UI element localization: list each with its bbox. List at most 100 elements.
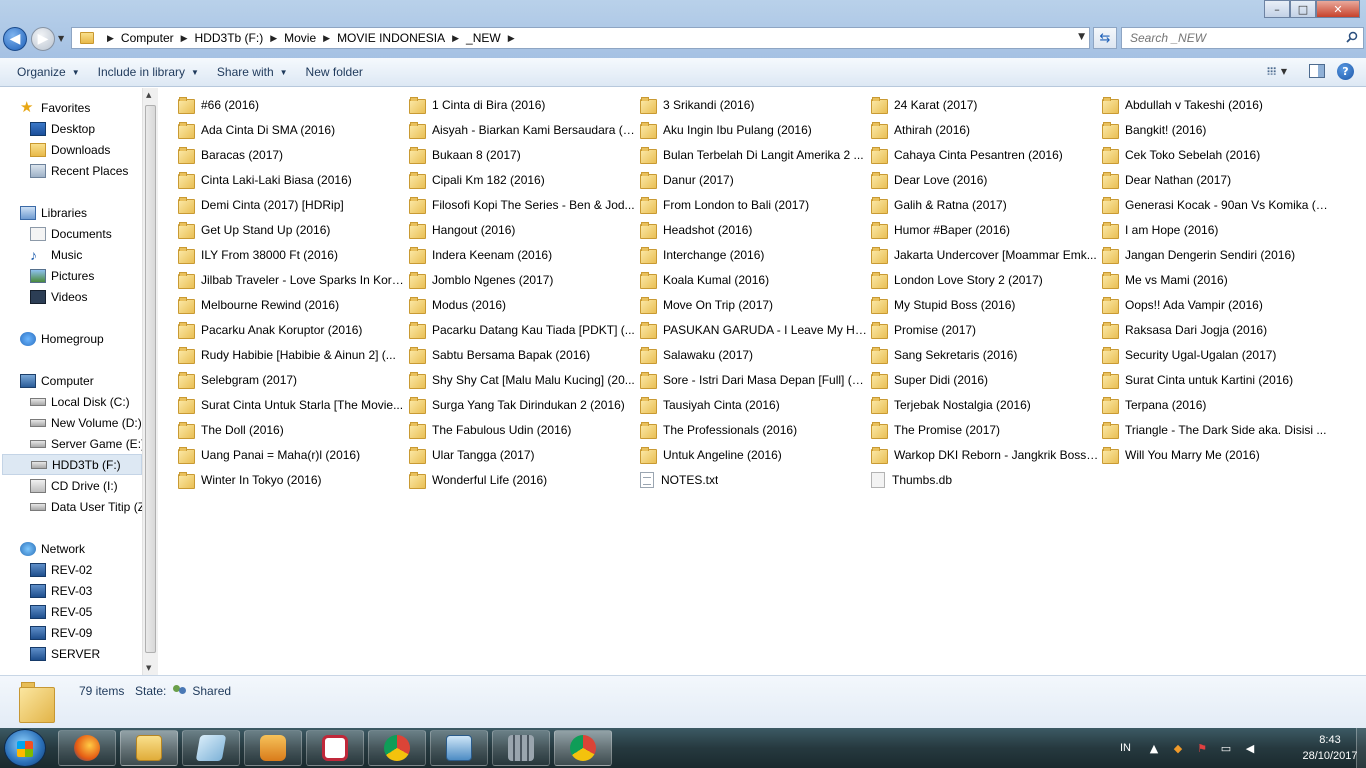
- taskbar-network-app[interactable]: [492, 730, 550, 766]
- file-list-item[interactable]: Galih & Ratna (2017): [871, 194, 1099, 216]
- search-icon[interactable]: [1346, 31, 1358, 43]
- file-list-item[interactable]: Hangout (2016): [409, 219, 637, 241]
- file-list-item[interactable]: Shy Shy Cat [Malu Malu Kucing] (20...: [409, 369, 637, 391]
- file-list-item[interactable]: Rudy Habibie [Habibie & Ainun 2] (...: [178, 344, 406, 366]
- file-list-item[interactable]: Humor #Baper (2016): [871, 219, 1099, 241]
- chevron-down-icon[interactable]: ▼: [1281, 67, 1287, 76]
- file-list-item[interactable]: Jilbab Traveler - Love Sparks In Kore...: [178, 269, 406, 291]
- preview-pane-button[interactable]: [1307, 62, 1327, 80]
- file-list-item[interactable]: Triangle - The Dark Side aka. Disisi ...: [1102, 419, 1330, 441]
- file-list-item[interactable]: Ada Cinta Di SMA (2016): [178, 119, 406, 141]
- file-list-item[interactable]: My Stupid Boss (2016): [871, 294, 1099, 316]
- breadcrumb-item[interactable]: HDD3Tb (F:): [195, 31, 264, 45]
- file-list-item[interactable]: Promise (2017): [871, 319, 1099, 341]
- chevron-right-icon[interactable]: ▶: [323, 33, 330, 44]
- file-list-item[interactable]: Aku Ingin Ibu Pulang (2016): [640, 119, 868, 141]
- nav-scrollbar[interactable]: ▲ ▼: [142, 88, 158, 675]
- nav-downloads[interactable]: Downloads: [30, 139, 110, 160]
- breadcrumb-item[interactable]: Movie: [284, 31, 316, 45]
- file-list-item[interactable]: NOTES.txt: [640, 469, 868, 491]
- file-list-item[interactable]: #66 (2016): [178, 94, 406, 116]
- nav-rev-02[interactable]: REV-02: [30, 559, 92, 580]
- nav-local-disk-c[interactable]: Local Disk (C:): [30, 391, 130, 412]
- nav-cd-drive-i[interactable]: CD Drive (I:): [30, 475, 118, 496]
- file-list-item[interactable]: Jakarta Undercover [Moammar Emk...: [871, 244, 1099, 266]
- file-list-item[interactable]: Surga Yang Tak Dirindukan 2 (2016): [409, 394, 637, 416]
- file-list-item[interactable]: Melbourne Rewind (2016): [178, 294, 406, 316]
- close-button[interactable]: ✕: [1316, 0, 1360, 18]
- file-list-item[interactable]: Raksasa Dari Jogja (2016): [1102, 319, 1330, 341]
- volume-icon[interactable]: ◀: [1243, 741, 1257, 755]
- file-list-item[interactable]: Bangkit! (2016): [1102, 119, 1330, 141]
- file-list-item[interactable]: Selebgram (2017): [178, 369, 406, 391]
- file-list-item[interactable]: 1 Cinta di Bira (2016): [409, 94, 637, 116]
- share-with-button[interactable]: Share with ▼: [208, 58, 297, 86]
- file-list-item[interactable]: Terpana (2016): [1102, 394, 1330, 416]
- file-list-item[interactable]: Headshot (2016): [640, 219, 868, 241]
- show-desktop-button[interactable]: [1356, 728, 1366, 768]
- file-list-item[interactable]: Sore - Istri Dari Masa Depan [Full] (2..…: [640, 369, 868, 391]
- file-list-item[interactable]: Warkop DKI Reborn - Jangkrik Boss!...: [871, 444, 1099, 466]
- file-list-item[interactable]: Abdullah v Takeshi (2016): [1102, 94, 1330, 116]
- file-list-item[interactable]: The Doll (2016): [178, 419, 406, 441]
- chevron-down-icon[interactable]: ▼: [1078, 32, 1085, 42]
- scroll-thumb[interactable]: [145, 105, 156, 653]
- chevron-right-icon[interactable]: ▶: [181, 33, 188, 44]
- file-list-item[interactable]: Uang Panai = Maha(r)l (2016): [178, 444, 406, 466]
- file-list-item[interactable]: Bulan Terbelah Di Langit Amerika 2 ...: [640, 144, 868, 166]
- file-list-item[interactable]: Surat Cinta untuk Kartini (2016): [1102, 369, 1330, 391]
- search-box[interactable]: [1121, 27, 1364, 49]
- file-list-item[interactable]: PASUKAN GARUDA - I Leave My He...: [640, 319, 868, 341]
- file-list-item[interactable]: Sang Sekretaris (2016): [871, 344, 1099, 366]
- file-list-item[interactable]: Pacarku Anak Koruptor (2016): [178, 319, 406, 341]
- file-list-item[interactable]: Interchange (2016): [640, 244, 868, 266]
- file-list-item[interactable]: Pacarku Datang Kau Tiada [PDKT] (...: [409, 319, 637, 341]
- address-bar[interactable]: ▶ Computer ▶ HDD3Tb (F:) ▶ Movie ▶ MOVIE…: [71, 27, 1090, 49]
- chevron-right-icon[interactable]: ▶: [107, 33, 114, 44]
- nav-server-game-e[interactable]: Server Game (E:): [30, 433, 145, 454]
- file-list-item[interactable]: ILY From 38000 Ft (2016): [178, 244, 406, 266]
- recent-pages-dropdown[interactable]: ▼: [58, 34, 64, 43]
- file-list-item[interactable]: London Love Story 2 (2017): [871, 269, 1099, 291]
- file-list-item[interactable]: Me vs Mami (2016): [1102, 269, 1330, 291]
- file-list-item[interactable]: Thumbs.db: [871, 469, 1099, 491]
- organize-button[interactable]: Organize ▼: [8, 58, 89, 86]
- file-list-item[interactable]: Will You Marry Me (2016): [1102, 444, 1330, 466]
- file-list-item[interactable]: Koala Kumal (2016): [640, 269, 868, 291]
- taskbar-app-red[interactable]: [306, 730, 364, 766]
- file-list-item[interactable]: Oops!! Ada Vampir (2016): [1102, 294, 1330, 316]
- scroll-up-icon[interactable]: ▲: [146, 91, 151, 99]
- file-list-item[interactable]: Generasi Kocak - 90an Vs Komika (2...: [1102, 194, 1330, 216]
- file-list-item[interactable]: Athirah (2016): [871, 119, 1099, 141]
- file-list-item[interactable]: Winter In Tokyo (2016): [178, 469, 406, 491]
- file-list-item[interactable]: Salawaku (2017): [640, 344, 868, 366]
- nav-server[interactable]: SERVER: [30, 643, 100, 664]
- file-list-item[interactable]: Tausiyah Cinta (2016): [640, 394, 868, 416]
- file-list-item[interactable]: Indera Keenam (2016): [409, 244, 637, 266]
- file-list-item[interactable]: From London to Bali (2017): [640, 194, 868, 216]
- taskbar-control-panel[interactable]: [430, 730, 488, 766]
- file-list-item[interactable]: Bukaan 8 (2017): [409, 144, 637, 166]
- include-in-library-button[interactable]: Include in library ▼: [89, 58, 208, 86]
- app-tray-icon[interactable]: ◆: [1171, 741, 1185, 755]
- nav-favorites[interactable]: ★ Favorites: [20, 97, 90, 118]
- file-list-item[interactable]: Dear Love (2016): [871, 169, 1099, 191]
- file-list-item[interactable]: 3 Srikandi (2016): [640, 94, 868, 116]
- nav-new-volume-d[interactable]: New Volume (D:): [30, 412, 142, 433]
- file-list-item[interactable]: Get Up Stand Up (2016): [178, 219, 406, 241]
- file-list-item[interactable]: 24 Karat (2017): [871, 94, 1099, 116]
- file-list-item[interactable]: Modus (2016): [409, 294, 637, 316]
- file-list-item[interactable]: Filosofi Kopi The Series - Ben & Jod...: [409, 194, 637, 216]
- nav-desktop[interactable]: Desktop: [30, 118, 95, 139]
- taskbar-chrome-2[interactable]: [554, 730, 612, 766]
- file-list-item[interactable]: Sabtu Bersama Bapak (2016): [409, 344, 637, 366]
- file-list-item[interactable]: Terjebak Nostalgia (2016): [871, 394, 1099, 416]
- maximize-button[interactable]: □: [1290, 0, 1316, 18]
- back-button[interactable]: ◀: [3, 27, 27, 51]
- file-list-item[interactable]: Cinta Laki-Laki Biasa (2016): [178, 169, 406, 191]
- language-indicator[interactable]: IN: [1120, 742, 1131, 754]
- file-list-item[interactable]: Cek Toko Sebelah (2016): [1102, 144, 1330, 166]
- nav-recent-places[interactable]: Recent Places: [30, 160, 128, 181]
- file-list-item[interactable]: Security Ugal-Ugalan (2017): [1102, 344, 1330, 366]
- file-list-item[interactable]: Danur (2017): [640, 169, 868, 191]
